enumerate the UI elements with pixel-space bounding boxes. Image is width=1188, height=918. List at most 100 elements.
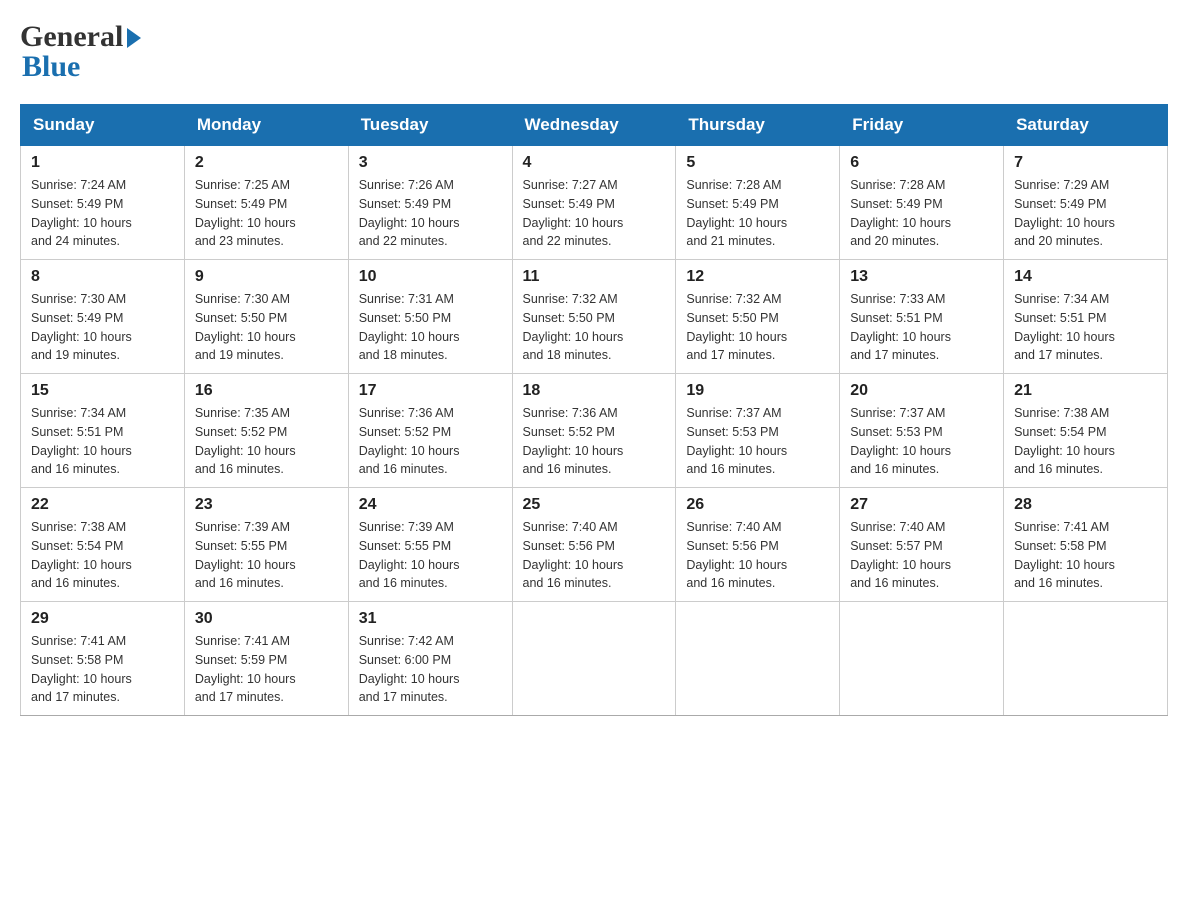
day-number: 2	[195, 154, 338, 172]
day-cell-8: 8 Sunrise: 7:30 AMSunset: 5:49 PMDaylight…	[21, 260, 185, 374]
day-number: 9	[195, 268, 338, 286]
day-number: 18	[523, 382, 666, 400]
day-info: Sunrise: 7:28 AMSunset: 5:49 PMDaylight:…	[686, 176, 829, 251]
day-info: Sunrise: 7:30 AMSunset: 5:49 PMDaylight:…	[31, 290, 174, 365]
day-number: 7	[1014, 154, 1157, 172]
day-info: Sunrise: 7:41 AMSunset: 5:58 PMDaylight:…	[1014, 518, 1157, 593]
day-number: 3	[359, 154, 502, 172]
day-info: Sunrise: 7:27 AMSunset: 5:49 PMDaylight:…	[523, 176, 666, 251]
day-cell-1: 1 Sunrise: 7:24 AMSunset: 5:49 PMDaylight…	[21, 146, 185, 260]
day-cell-7: 7 Sunrise: 7:29 AMSunset: 5:49 PMDaylight…	[1004, 146, 1168, 260]
logo-blue-text: Blue	[22, 50, 80, 84]
day-info: Sunrise: 7:34 AMSunset: 5:51 PMDaylight:…	[31, 404, 174, 479]
day-number: 15	[31, 382, 174, 400]
day-number: 20	[850, 382, 993, 400]
day-cell-19: 19 Sunrise: 7:37 AMSunset: 5:53 PMDayligh…	[676, 374, 840, 488]
day-number: 4	[523, 154, 666, 172]
day-number: 29	[31, 610, 174, 628]
empty-cell	[676, 602, 840, 716]
day-cell-23: 23 Sunrise: 7:39 AMSunset: 5:55 PMDayligh…	[184, 488, 348, 602]
week-row-5: 29 Sunrise: 7:41 AMSunset: 5:58 PMDayligh…	[21, 602, 1168, 716]
day-cell-22: 22 Sunrise: 7:38 AMSunset: 5:54 PMDayligh…	[21, 488, 185, 602]
day-info: Sunrise: 7:41 AMSunset: 5:58 PMDaylight:…	[31, 632, 174, 707]
day-info: Sunrise: 7:39 AMSunset: 5:55 PMDaylight:…	[195, 518, 338, 593]
day-header-sunday: Sunday	[21, 105, 185, 146]
day-cell-2: 2 Sunrise: 7:25 AMSunset: 5:49 PMDaylight…	[184, 146, 348, 260]
day-info: Sunrise: 7:40 AMSunset: 5:56 PMDaylight:…	[523, 518, 666, 593]
day-info: Sunrise: 7:30 AMSunset: 5:50 PMDaylight:…	[195, 290, 338, 365]
day-info: Sunrise: 7:26 AMSunset: 5:49 PMDaylight:…	[359, 176, 502, 251]
day-info: Sunrise: 7:34 AMSunset: 5:51 PMDaylight:…	[1014, 290, 1157, 365]
day-cell-30: 30 Sunrise: 7:41 AMSunset: 5:59 PMDayligh…	[184, 602, 348, 716]
day-header-wednesday: Wednesday	[512, 105, 676, 146]
day-number: 25	[523, 496, 666, 514]
day-number: 22	[31, 496, 174, 514]
day-cell-10: 10Sunrise: 7:31 AMSunset: 5:50 PMDayligh…	[348, 260, 512, 374]
week-row-1: 1 Sunrise: 7:24 AMSunset: 5:49 PMDaylight…	[21, 146, 1168, 260]
week-row-2: 8 Sunrise: 7:30 AMSunset: 5:49 PMDaylight…	[21, 260, 1168, 374]
day-info: Sunrise: 7:36 AMSunset: 5:52 PMDaylight:…	[523, 404, 666, 479]
day-number: 12	[686, 268, 829, 286]
day-number: 21	[1014, 382, 1157, 400]
day-number: 14	[1014, 268, 1157, 286]
empty-cell	[1004, 602, 1168, 716]
day-cell-15: 15 Sunrise: 7:34 AMSunset: 5:51 PMDayligh…	[21, 374, 185, 488]
day-number: 19	[686, 382, 829, 400]
day-cell-4: 4 Sunrise: 7:27 AMSunset: 5:49 PMDaylight…	[512, 146, 676, 260]
day-info: Sunrise: 7:36 AMSunset: 5:52 PMDaylight:…	[359, 404, 502, 479]
day-cell-16: 16 Sunrise: 7:35 AMSunset: 5:52 PMDayligh…	[184, 374, 348, 488]
day-info: Sunrise: 7:40 AMSunset: 5:57 PMDaylight:…	[850, 518, 993, 593]
day-number: 23	[195, 496, 338, 514]
day-info: Sunrise: 7:38 AMSunset: 5:54 PMDaylight:…	[31, 518, 174, 593]
day-number: 24	[359, 496, 502, 514]
page-header: General Blue	[20, 20, 1168, 84]
day-number: 30	[195, 610, 338, 628]
day-number: 26	[686, 496, 829, 514]
day-info: Sunrise: 7:37 AMSunset: 5:53 PMDaylight:…	[850, 404, 993, 479]
day-header-tuesday: Tuesday	[348, 105, 512, 146]
day-cell-27: 27 Sunrise: 7:40 AMSunset: 5:57 PMDayligh…	[840, 488, 1004, 602]
day-number: 8	[31, 268, 174, 286]
day-cell-6: 6Sunrise: 7:28 AMSunset: 5:49 PMDaylight…	[840, 146, 1004, 260]
day-cell-20: 20 Sunrise: 7:37 AMSunset: 5:53 PMDayligh…	[840, 374, 1004, 488]
logo-general-text: General	[20, 20, 123, 54]
day-cell-21: 21 Sunrise: 7:38 AMSunset: 5:54 PMDayligh…	[1004, 374, 1168, 488]
day-info: Sunrise: 7:40 AMSunset: 5:56 PMDaylight:…	[686, 518, 829, 593]
day-info: Sunrise: 7:42 AMSunset: 6:00 PMDaylight:…	[359, 632, 502, 707]
week-row-3: 15 Sunrise: 7:34 AMSunset: 5:51 PMDayligh…	[21, 374, 1168, 488]
day-cell-12: 12Sunrise: 7:32 AMSunset: 5:50 PMDayligh…	[676, 260, 840, 374]
day-number: 17	[359, 382, 502, 400]
day-number: 31	[359, 610, 502, 628]
logo-arrow-icon	[127, 28, 141, 48]
day-cell-25: 25 Sunrise: 7:40 AMSunset: 5:56 PMDayligh…	[512, 488, 676, 602]
day-info: Sunrise: 7:38 AMSunset: 5:54 PMDaylight:…	[1014, 404, 1157, 479]
day-header-friday: Friday	[840, 105, 1004, 146]
day-info: Sunrise: 7:35 AMSunset: 5:52 PMDaylight:…	[195, 404, 338, 479]
day-info: Sunrise: 7:37 AMSunset: 5:53 PMDaylight:…	[686, 404, 829, 479]
day-number: 11	[523, 268, 666, 286]
day-number: 16	[195, 382, 338, 400]
day-number: 10	[359, 268, 502, 286]
day-header-monday: Monday	[184, 105, 348, 146]
day-cell-17: 17 Sunrise: 7:36 AMSunset: 5:52 PMDayligh…	[348, 374, 512, 488]
day-cell-11: 11Sunrise: 7:32 AMSunset: 5:50 PMDayligh…	[512, 260, 676, 374]
day-cell-28: 28 Sunrise: 7:41 AMSunset: 5:58 PMDayligh…	[1004, 488, 1168, 602]
day-number: 27	[850, 496, 993, 514]
day-info: Sunrise: 7:33 AMSunset: 5:51 PMDaylight:…	[850, 290, 993, 365]
day-number: 28	[1014, 496, 1157, 514]
day-cell-24: 24Sunrise: 7:39 AMSunset: 5:55 PMDayligh…	[348, 488, 512, 602]
empty-cell	[512, 602, 676, 716]
day-info: Sunrise: 7:41 AMSunset: 5:59 PMDaylight:…	[195, 632, 338, 707]
day-header-thursday: Thursday	[676, 105, 840, 146]
day-info: Sunrise: 7:28 AMSunset: 5:49 PMDaylight:…	[850, 176, 993, 251]
day-info: Sunrise: 7:29 AMSunset: 5:49 PMDaylight:…	[1014, 176, 1157, 251]
day-info: Sunrise: 7:25 AMSunset: 5:49 PMDaylight:…	[195, 176, 338, 251]
day-cell-3: 3 Sunrise: 7:26 AMSunset: 5:49 PMDaylight…	[348, 146, 512, 260]
day-number: 1	[31, 154, 174, 172]
empty-cell	[840, 602, 1004, 716]
day-header-saturday: Saturday	[1004, 105, 1168, 146]
calendar-header-row: SundayMondayTuesdayWednesdayThursdayFrid…	[21, 105, 1168, 146]
day-cell-5: 5Sunrise: 7:28 AMSunset: 5:49 PMDaylight…	[676, 146, 840, 260]
day-cell-13: 13Sunrise: 7:33 AMSunset: 5:51 PMDayligh…	[840, 260, 1004, 374]
day-info: Sunrise: 7:24 AMSunset: 5:49 PMDaylight:…	[31, 176, 174, 251]
